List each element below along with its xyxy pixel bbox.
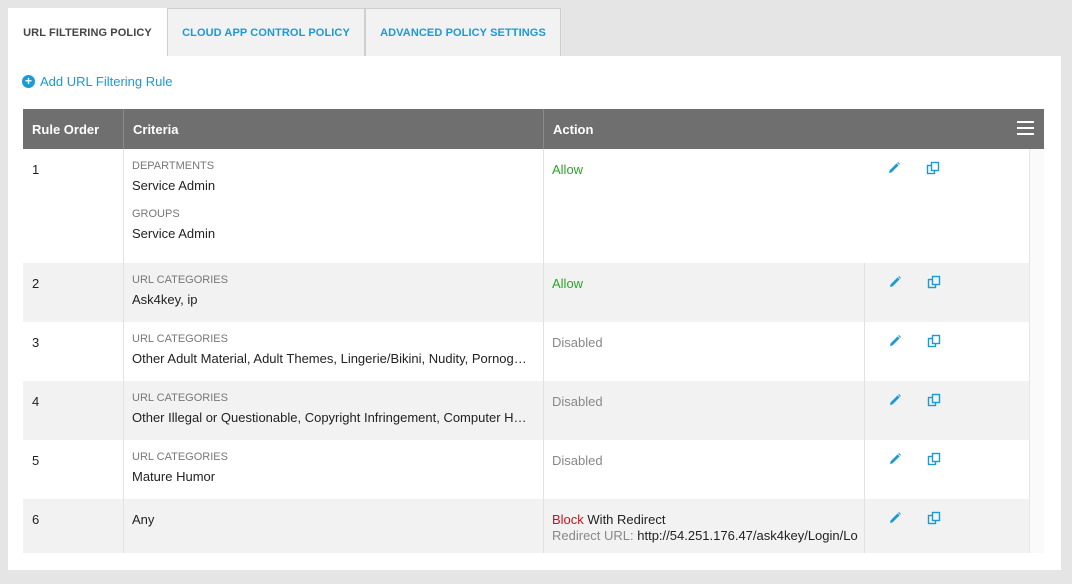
criteria-label: URL CATEGORIES [132,274,228,286]
hamburger-menu-icon[interactable] [1017,121,1034,135]
tab-url-filtering-policy[interactable]: URL FILTERING POLICY [8,8,167,56]
vertical-scrollbar[interactable] [1029,149,1044,553]
policy-tabs: URL FILTERING POLICY CLOUD APP CONTROL P… [8,8,561,56]
redirect-url-value: http://54.251.176.47/ask4key/Login/Lo [633,528,858,543]
redirect-url-label: Redirect URL: [552,528,634,543]
pencil-edit-icon[interactable] [887,161,901,175]
criteria-cell: DEPARTMENTS Service Admin GROUPS Service… [124,149,544,263]
table-row: 5 URL CATEGORIES Mature Humor Disabled [23,440,1029,499]
action-block: Block [552,512,584,527]
criteria-cell: URL CATEGORIES Other Illegal or Question… [124,381,544,440]
rules-grid: Rule Order Criteria Action 1 DEPARTMENTS… [23,109,1044,553]
action-disabled: Disabled [552,394,603,409]
criteria-value: Any [132,512,155,527]
row-tools [864,499,1029,553]
criteria-label: URL CATEGORIES [132,333,228,345]
action-suffix: With Redirect [583,512,666,527]
table-row: 1 DEPARTMENTS Service Admin GROUPS Servi… [23,149,1029,263]
criteria-cell: Any [124,499,544,553]
copy-icon[interactable] [927,393,941,407]
rule-order: 4 [23,381,124,440]
add-rule-label: Add URL Filtering Rule [40,74,173,89]
criteria-value: Ask4key, ip [132,292,198,307]
criteria-value: Other Illegal or Questionable, Copyright… [132,410,527,425]
pencil-edit-icon[interactable] [888,511,902,525]
copy-icon[interactable] [927,511,941,525]
action-disabled: Disabled [552,453,603,468]
add-url-filtering-rule-link[interactable]: + Add URL Filtering Rule [22,74,172,89]
row-tools [864,322,1029,381]
table-row: 2 URL CATEGORIES Ask4key, ip Allow [23,263,1029,322]
copy-icon[interactable] [927,334,941,348]
copy-icon[interactable] [926,161,940,175]
pencil-edit-icon[interactable] [888,452,902,466]
row-tools [864,440,1029,499]
action-disabled: Disabled [552,335,603,350]
action-block-redirect: Block With Redirect Redirect URL: http:/… [544,499,864,553]
pencil-edit-icon[interactable] [888,275,902,289]
rule-order: 2 [23,263,124,322]
table-row: 6 Any Block With Redirect Redirect URL: … [23,499,1029,553]
column-header-rule-order[interactable]: Rule Order [23,109,124,149]
pencil-edit-icon[interactable] [888,393,902,407]
copy-icon[interactable] [927,275,941,289]
rule-order: 1 [23,149,124,263]
rule-order: 6 [23,499,124,553]
rule-order: 3 [23,322,124,381]
row-tools [864,149,1029,263]
criteria-cell: URL CATEGORIES Ask4key, ip [124,263,544,322]
criteria-cell: URL CATEGORIES Mature Humor [124,440,544,499]
table-row: 3 URL CATEGORIES Other Adult Material, A… [23,322,1029,381]
tab-cloud-app-control-policy[interactable]: CLOUD APP CONTROL POLICY [167,8,365,56]
column-header-action[interactable]: Action [544,109,844,149]
criteria-value: Mature Humor [132,469,216,484]
pencil-edit-icon[interactable] [888,334,902,348]
rule-order: 5 [23,440,124,499]
row-tools [864,381,1029,440]
table-row: 4 URL CATEGORIES Other Illegal or Questi… [23,381,1029,440]
copy-icon[interactable] [927,452,941,466]
criteria-label: URL CATEGORIES [132,392,228,404]
criteria-label: DEPARTMENTS [132,160,215,172]
criteria-label: GROUPS [132,208,180,220]
grid-header: Rule Order Criteria Action [23,109,1044,149]
action-allow: Allow [552,276,584,291]
column-header-criteria[interactable]: Criteria [124,109,544,149]
criteria-value: Service Admin [132,178,216,193]
action-allow: Allow [552,162,584,177]
plus-circle-icon: + [22,75,35,88]
criteria-label: URL CATEGORIES [132,451,228,463]
criteria-cell: URL CATEGORIES Other Adult Material, Adu… [124,322,544,381]
criteria-value: Other Adult Material, Adult Themes, Ling… [132,351,527,366]
criteria-value: Service Admin [132,226,216,241]
row-tools [864,263,1029,322]
tab-advanced-policy-settings[interactable]: ADVANCED POLICY SETTINGS [365,8,561,56]
